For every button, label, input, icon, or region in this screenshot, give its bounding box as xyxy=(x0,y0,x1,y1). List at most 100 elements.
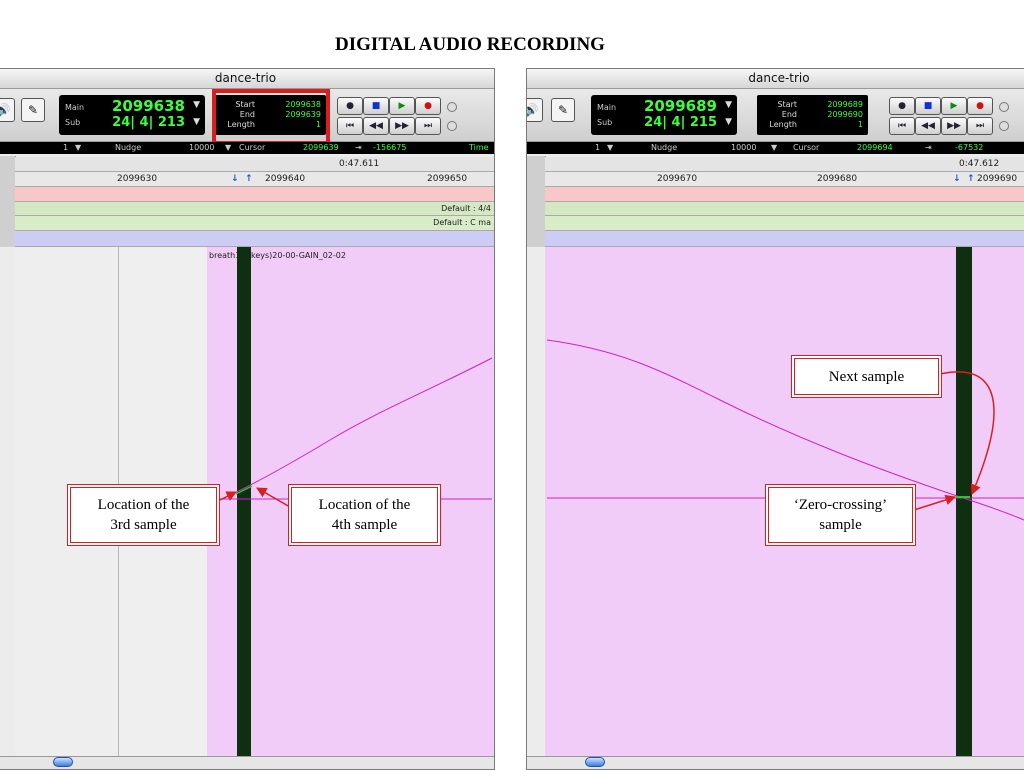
selection-highlight xyxy=(212,89,330,145)
record-icon[interactable]: ● xyxy=(415,97,441,115)
knob-icon[interactable] xyxy=(447,102,457,112)
window-title-right: dance-trio xyxy=(527,69,1024,89)
page-title: DIGITAL AUDIO RECORDING xyxy=(335,34,605,55)
go-to-end-icon[interactable]: ⏭ xyxy=(967,117,993,135)
chevron-down-icon[interactable]: ▼ xyxy=(193,100,200,110)
main-counter-value: 2099638 xyxy=(111,97,185,115)
callout-3rd-text: Location of the 3rd sample xyxy=(97,497,190,533)
info-bar-left: 1 ▼ Nudge 10000 ▼ Cursor 2099639 ⇥ -1566… xyxy=(0,142,494,154)
go-to-end-icon[interactable]: ⏭ xyxy=(415,117,441,135)
pencil-tool-icon[interactable]: ✎ xyxy=(21,98,45,122)
end-value[interactable]: 2099690 xyxy=(827,110,863,119)
knob-icon[interactable] xyxy=(999,102,1009,112)
chevron-down-icon[interactable]: ▼ xyxy=(607,142,613,154)
offset-icon: ⇥ xyxy=(355,143,362,152)
selection-start-marker-icon[interactable]: ↓ xyxy=(231,172,239,186)
ruler-tick: 2099690 xyxy=(977,174,1018,184)
record-icon[interactable]: ● xyxy=(889,97,915,115)
left-session-window: dance-trio 🔊 ✎ Main Sub 2099638 24| 4| 2… xyxy=(0,68,495,770)
meter-label: Default : 4/4 xyxy=(441,204,491,213)
main-counter-right[interactable]: Main Sub 2099689 24| 4| 215 ▼ ▼ xyxy=(591,95,737,135)
main-label: Main xyxy=(597,103,617,112)
time-ruler: 0:47.611 xyxy=(15,157,494,172)
go-to-start-icon[interactable]: ⏮ xyxy=(889,117,915,135)
play-icon[interactable]: ▶ xyxy=(941,97,967,115)
grid-value[interactable]: 1 xyxy=(595,142,600,154)
stop-icon[interactable]: ■ xyxy=(363,97,389,115)
key-label: Default : C ma xyxy=(433,218,491,227)
meter-band xyxy=(545,202,1024,216)
scroll-thumb[interactable] xyxy=(585,757,605,767)
main-counter-left[interactable]: Main Sub 2099638 24| 4| 213 ▼ ▼ xyxy=(59,95,205,135)
ruler-tick: 2099640 xyxy=(265,174,306,184)
selection-box-right: Start End Length 2099689 2099690 1 xyxy=(757,95,868,135)
selection-end-marker-icon[interactable]: ↑ xyxy=(967,172,975,186)
info-bar-right: 1 ▼ Nudge 10000 ▼ Cursor 2099694 ⇥ -6753… xyxy=(527,142,1024,154)
clip-name: breath1bCkeys)20-00-GAIN_02-02 xyxy=(209,251,346,260)
chevron-down-icon[interactable]: ▼ xyxy=(725,100,732,110)
callout-next-text: Next sample xyxy=(828,368,905,385)
speaker-icon[interactable]: 🔊 xyxy=(0,98,15,122)
end-label: End xyxy=(781,110,797,119)
grid-value[interactable]: 1 xyxy=(63,142,68,154)
nudge-value[interactable]: 10000 xyxy=(189,142,214,154)
rewind-icon[interactable]: ◀◀ xyxy=(363,117,389,135)
chevron-down-icon[interactable]: ▼ xyxy=(225,142,231,154)
time-ruler: 0:47.612 xyxy=(545,157,1024,172)
key-band: Default : C ma xyxy=(15,216,494,231)
time-label: Time xyxy=(469,143,489,152)
sub-counter-value: 24| 4| 215 xyxy=(644,115,717,130)
stop-icon[interactable]: ■ xyxy=(915,97,941,115)
ruler-tick: 2099630 xyxy=(117,174,158,184)
time-ruler-value: 0:47.611 xyxy=(339,159,380,169)
offset-icon: ⇥ xyxy=(925,143,932,152)
record-icon[interactable]: ● xyxy=(337,97,363,115)
ruler-tick: 2099680 xyxy=(817,174,858,184)
marker-band xyxy=(15,187,494,202)
ruler-tick: 2099650 xyxy=(427,174,468,184)
offset-value: -156675 xyxy=(373,143,407,152)
selection-end-marker-icon[interactable]: ↑ xyxy=(245,172,253,186)
fast-forward-icon[interactable]: ▶▶ xyxy=(941,117,967,135)
sample-ruler: 2099630 2099640 2099650 ↓ ↑ xyxy=(15,172,494,187)
nudge-value[interactable]: 10000 xyxy=(731,142,756,154)
selection-cursor-bar xyxy=(956,247,972,757)
fast-forward-icon[interactable]: ▶▶ xyxy=(389,117,415,135)
selection-cursor-bar xyxy=(237,247,251,757)
callout-zero-crossing: ‘Zero-crossing’ sample xyxy=(765,484,916,546)
callout-4th-sample: Location of the 4th sample xyxy=(288,484,441,546)
tempo-band xyxy=(15,231,494,247)
length-value[interactable]: 1 xyxy=(858,120,863,129)
chevron-down-icon[interactable]: ▼ xyxy=(725,117,732,127)
key-band xyxy=(545,216,1024,231)
time-ruler-value: 0:47.612 xyxy=(959,159,1000,169)
length-label: Length xyxy=(769,120,797,129)
go-to-start-icon[interactable]: ⏮ xyxy=(337,117,363,135)
play-icon[interactable]: ▶ xyxy=(389,97,415,115)
callout-3rd-sample: Location of the 3rd sample xyxy=(67,484,220,546)
toolbar-right: 🔊 ✎ Main Sub 2099689 24| 4| 215 ▼ ▼ Star… xyxy=(527,89,1024,142)
nudge-label: Nudge xyxy=(651,143,678,152)
callout-zero-text: ‘Zero-crossing’ sample xyxy=(793,497,888,533)
knob-icon[interactable] xyxy=(447,121,457,131)
chevron-down-icon[interactable]: ▼ xyxy=(193,117,200,127)
ruler-tick: 2099670 xyxy=(657,174,698,184)
pencil-tool-icon[interactable]: ✎ xyxy=(551,98,575,122)
speaker-icon[interactable]: 🔊 xyxy=(527,98,543,122)
selection-start-marker-icon[interactable]: ↓ xyxy=(953,172,961,186)
scroll-thumb[interactable] xyxy=(53,757,73,767)
cursor-value: 2099639 xyxy=(303,143,339,152)
sub-counter-value: 24| 4| 213 xyxy=(112,115,185,130)
knob-icon[interactable] xyxy=(999,121,1009,131)
horizontal-scrollbar-left[interactable] xyxy=(0,756,494,769)
start-value[interactable]: 2099689 xyxy=(827,100,863,109)
cursor-value: 2099694 xyxy=(857,143,893,152)
rewind-icon[interactable]: ◀◀ xyxy=(915,117,941,135)
right-session-window: dance-trio 🔊 ✎ Main Sub 2099689 24| 4| 2… xyxy=(526,68,1024,770)
chevron-down-icon[interactable]: ▼ xyxy=(75,142,81,154)
nudge-label: Nudge xyxy=(115,143,142,152)
horizontal-scrollbar-right[interactable] xyxy=(527,756,1024,769)
record-icon[interactable]: ● xyxy=(967,97,993,115)
chevron-down-icon[interactable]: ▼ xyxy=(771,142,777,154)
main-counter-value: 2099689 xyxy=(643,97,717,115)
